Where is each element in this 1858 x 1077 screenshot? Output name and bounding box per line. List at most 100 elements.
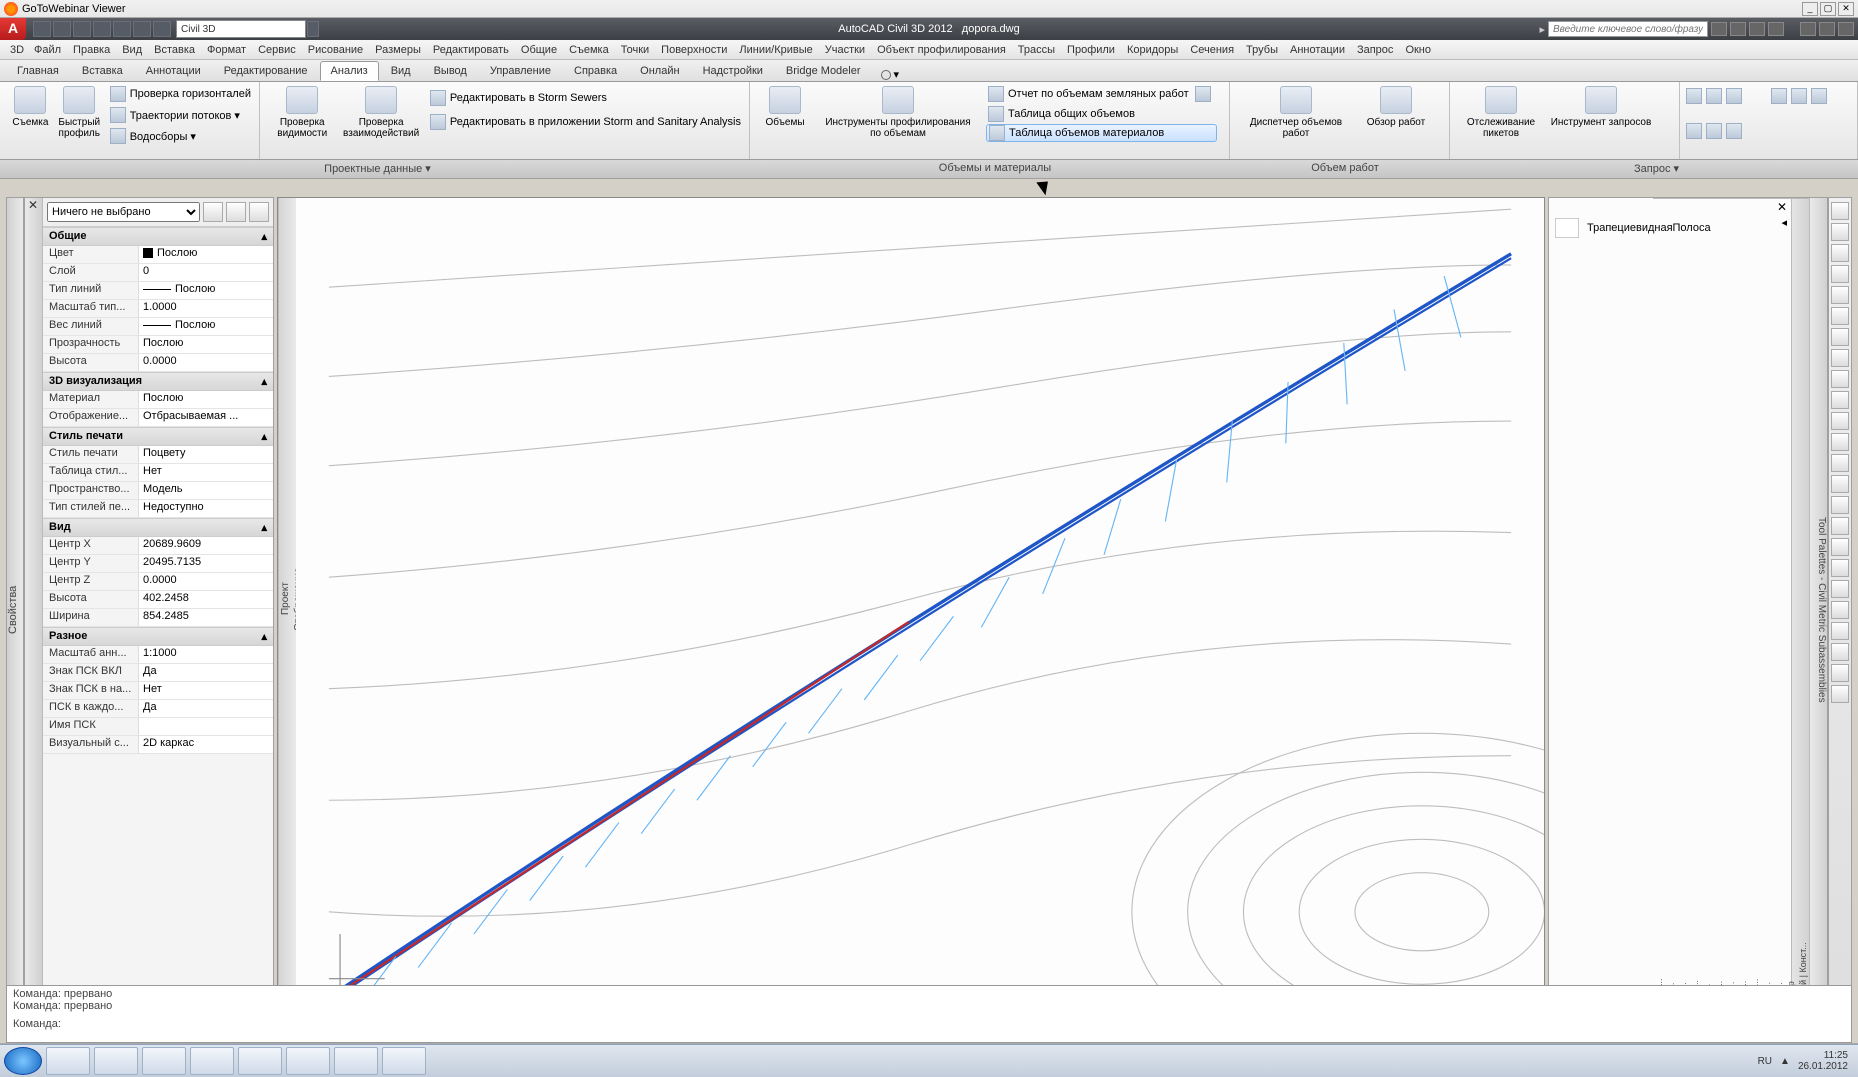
tab-insert[interactable]: Вставка xyxy=(71,61,134,81)
taskbar-explorer-icon[interactable] xyxy=(94,1047,138,1075)
toolspace-tab-project[interactable]: Проект xyxy=(279,198,292,1001)
props-row[interactable]: Центр Z0.0000 xyxy=(43,573,273,591)
taskbar-folder-icon[interactable] xyxy=(142,1047,186,1075)
menu-survey[interactable]: Съемка xyxy=(563,42,615,58)
total-volume-table-button[interactable]: Таблица общих объемов xyxy=(986,104,1217,124)
menu-inquiry[interactable]: Запрос xyxy=(1351,42,1399,58)
menu-service[interactable]: Сервис xyxy=(252,42,302,58)
toolpal-tab[interactable]: Трубы|... xyxy=(1689,198,1701,1021)
menu-draw[interactable]: Рисование xyxy=(302,42,369,58)
toolbar-icon[interactable] xyxy=(1831,559,1849,577)
tab-bridge[interactable]: Bridge Modeler xyxy=(775,61,872,81)
toolbar-icon[interactable] xyxy=(1831,265,1849,283)
help-search-input[interactable] xyxy=(1548,21,1708,37)
properties-close-button[interactable]: ✕ xyxy=(25,198,41,214)
help-icon[interactable] xyxy=(1768,22,1784,36)
misc-icon[interactable] xyxy=(1811,88,1827,104)
qat-save-icon[interactable] xyxy=(73,21,91,37)
toolpal-tab[interactable]: вебинар xyxy=(1785,198,1797,1021)
tray-flag-icon[interactable]: ▲ xyxy=(1780,1056,1790,1067)
toolpal-tab[interactable]: Обочи... xyxy=(1761,198,1773,1021)
tab-view[interactable]: Вид xyxy=(380,61,422,81)
misc-icon[interactable] xyxy=(1686,88,1702,104)
qat-new-icon[interactable] xyxy=(33,21,51,37)
drawing-viewport[interactable]: Проект Отображение Дополнительно Класс о… xyxy=(277,197,1545,1022)
misc-icon[interactable] xyxy=(1791,88,1807,104)
taskbar-save-icon[interactable] xyxy=(190,1047,234,1075)
interference-check-button[interactable]: Проверка взаимодействий xyxy=(338,84,423,139)
exchange-icon[interactable] xyxy=(1730,22,1746,36)
gtw-close-button[interactable]: ✕ xyxy=(1838,2,1854,16)
toolpal-tab[interactable]: Раздел... xyxy=(1749,198,1761,1021)
props-row[interactable]: Отображение...Отбрасываемая ... xyxy=(43,409,273,427)
misc-icon[interactable] xyxy=(1726,88,1742,104)
menu-surfaces[interactable]: Поверхности xyxy=(655,42,733,58)
quick-profile-button[interactable]: Быстрый профиль xyxy=(55,84,104,139)
toolbar-icon[interactable] xyxy=(1831,349,1849,367)
qto-manager-button[interactable]: Диспетчер объемов работ xyxy=(1236,84,1356,139)
props-row[interactable]: Слой0 xyxy=(43,264,273,282)
props-row[interactable]: Знак ПСК ВКЛДа xyxy=(43,664,273,682)
props-row[interactable]: Центр Y20495.7135 xyxy=(43,555,273,573)
props-row[interactable]: Имя ПСК xyxy=(43,718,273,736)
props-row[interactable]: Таблица стил...Нет xyxy=(43,464,273,482)
toolbar-icon[interactable] xyxy=(1831,328,1849,346)
props-row[interactable]: Визуальный с...2D каркас xyxy=(43,736,273,754)
pickadd-icon[interactable] xyxy=(226,202,246,222)
contour-check-button[interactable]: Проверка горизонталей xyxy=(108,84,253,104)
acad-restore-button[interactable] xyxy=(1819,22,1835,36)
misc-icon[interactable] xyxy=(1771,88,1787,104)
props-row[interactable]: Масштаб анн...1:1000 xyxy=(43,646,273,664)
toolbar-icon[interactable] xyxy=(1831,412,1849,430)
toolpal-tab[interactable]: Реком... xyxy=(1665,198,1677,1021)
toolpal-tab[interactable]: Базовый | Конст... xyxy=(1797,198,1809,1021)
quickselect-icon[interactable] xyxy=(203,202,223,222)
panel-title-inquiry[interactable]: Запрос ▾ xyxy=(1455,160,1858,178)
props-row[interactable]: Знак ПСК в на...Нет xyxy=(43,682,273,700)
menu-format[interactable]: Формат xyxy=(201,42,252,58)
tab-analyze[interactable]: Анализ xyxy=(320,61,379,81)
misc-icon[interactable] xyxy=(1706,123,1722,139)
panel-title-design[interactable]: Проектные данные ▾ xyxy=(0,160,755,178)
station-tracker-button[interactable]: Отслеживание пикетов xyxy=(1456,84,1546,139)
props-row[interactable]: Высота402.2458 xyxy=(43,591,273,609)
earthwork-report-button[interactable]: Отчет по объемам земляных работ xyxy=(986,84,1217,104)
toolpal-tab[interactable]: Полос... xyxy=(1773,198,1785,1021)
qat-redo-icon[interactable] xyxy=(133,21,151,37)
props-row[interactable]: Стиль печатиПоцвету xyxy=(43,446,273,464)
toolbar-icon[interactable] xyxy=(1831,286,1849,304)
toolpal-title-bar[interactable]: Tool Palettes - Civil Metric Subassembli… xyxy=(1809,198,1827,1021)
command-line[interactable]: Команда: прервано Команда: прервано Кома… xyxy=(6,985,1852,1043)
start-button[interactable] xyxy=(4,1047,42,1075)
menu-points[interactable]: Точки xyxy=(615,42,655,58)
tab-manage[interactable]: Управление xyxy=(479,61,562,81)
toolbar-icon[interactable] xyxy=(1831,370,1849,388)
tab-online[interactable]: Онлайн xyxy=(629,61,690,81)
menu-modify[interactable]: Редактировать xyxy=(427,42,515,58)
search-icon[interactable] xyxy=(1711,22,1727,36)
edit-ssa-button[interactable]: Редактировать в приложении Storm and San… xyxy=(428,112,743,132)
toolpal-tab[interactable]: Выход... xyxy=(1725,198,1737,1021)
menu-view[interactable]: Вид xyxy=(116,42,148,58)
props-row[interactable]: ПрозрачностьПослою xyxy=(43,336,273,354)
survey-button[interactable]: Съемка xyxy=(6,84,55,128)
toolbar-icon[interactable] xyxy=(1831,244,1849,262)
qat-undo-icon[interactable] xyxy=(113,21,131,37)
visibility-check-button[interactable]: Проверка видимости xyxy=(266,84,338,139)
toolbar-icon[interactable] xyxy=(1831,202,1849,220)
props-row[interactable]: МатериалПослою xyxy=(43,391,273,409)
menu-annot[interactable]: Аннотации xyxy=(1284,42,1351,58)
menu-insert[interactable]: Вставка xyxy=(148,42,201,58)
toolbar-icon[interactable] xyxy=(1831,433,1849,451)
props-row[interactable]: Тип стилей пе...Недоступно xyxy=(43,500,273,518)
qat-dropdown-icon[interactable] xyxy=(307,21,319,37)
toolbar-icon[interactable] xyxy=(1831,580,1849,598)
flow-paths-button[interactable]: Траектории потоков ▾ xyxy=(108,105,253,125)
taskbar-ie-icon[interactable] xyxy=(46,1047,90,1075)
toolpal-tab[interactable]: Мосты|... xyxy=(1653,198,1665,1021)
misc-icon[interactable] xyxy=(1706,88,1722,104)
toolbar-icon[interactable] xyxy=(1831,622,1849,640)
tray-lang[interactable]: RU xyxy=(1758,1056,1772,1067)
app-menu-button[interactable]: A xyxy=(0,18,26,40)
ribbon-cycle-button[interactable]: ▾ xyxy=(881,68,900,81)
